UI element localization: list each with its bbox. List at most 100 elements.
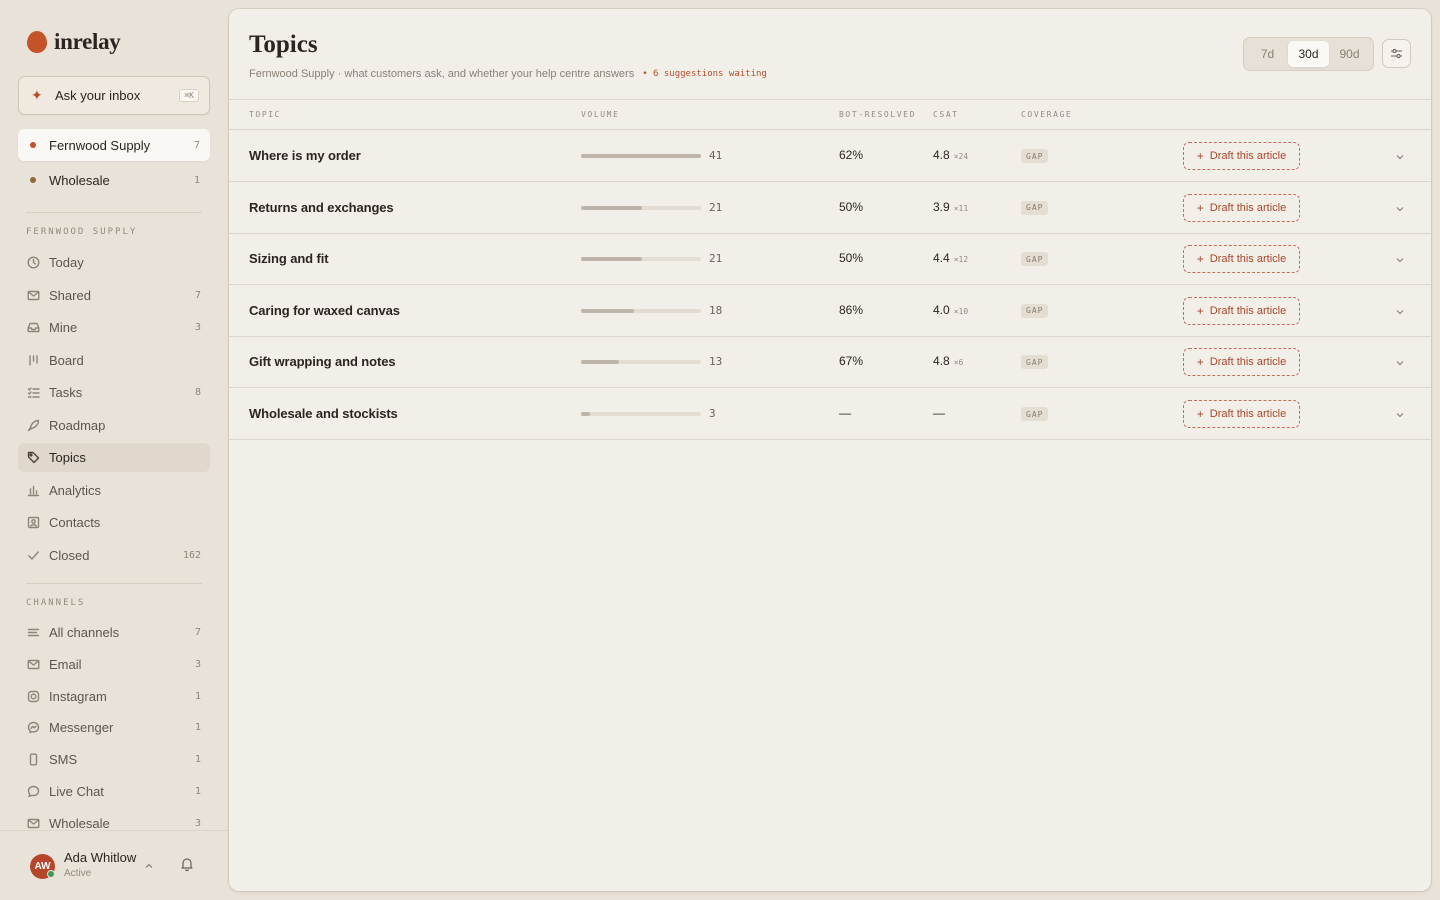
csat-response-count: ×12 [953,255,969,265]
topic-name[interactable]: Gift wrapping and notes [249,354,396,369]
draft-article-button[interactable]: + Draft this article [1183,245,1300,274]
draft-article-button[interactable]: + Draft this article [1183,296,1300,325]
nav-count: 3 [194,322,201,333]
bell-icon[interactable] [179,856,195,877]
sparkle-icon: ✦ [31,87,43,103]
volume-bar-fill [581,257,643,262]
sidebar-item-analytics[interactable]: Analytics [18,476,210,505]
column-header-bot-resolved[interactable]: BOT-RESOLVED [839,110,916,119]
sidebar-item-tasks[interactable]: Tasks 8 [18,378,210,407]
bot-resolved-value: 86% [839,302,864,317]
chevron-down-icon[interactable] [1394,202,1406,220]
sidebar-item-contacts[interactable]: Contacts [18,508,210,537]
csat-response-count: ×24 [953,152,969,161]
app-logo[interactable]: inrelay [27,29,121,55]
nav-label: Shared [49,287,91,303]
workspace-item-wholesale[interactable]: Wholesale 1 [18,164,210,196]
draft-article-button[interactable]: + Draft this article [1183,142,1300,170]
mail-icon [26,816,40,830]
sidebar-item-roadmap[interactable]: Roadmap [18,411,210,440]
nav-label: Topics [49,450,86,465]
user-status: Active [64,868,92,879]
sidebar-item-today[interactable]: Today [18,248,210,277]
csat-score: 4.0 [933,302,950,317]
channel-item-messenger[interactable]: Messenger 1 [18,713,210,742]
sidebar-item-board[interactable]: Board [18,346,210,375]
range-7d-button[interactable]: 7d [1247,41,1288,67]
page-subtitle-text: Fernwood Supply · what customers ask, an… [249,68,635,80]
chevron-up-icon[interactable] [144,858,154,876]
page-subtitle: Fernwood Supply · what customers ask, an… [249,68,767,80]
ask-inbox-button[interactable]: ✦ Ask your inbox ⌘K [18,76,210,115]
plus-icon: + [1196,355,1204,370]
volume-bar [581,205,701,210]
topic-name[interactable]: Wholesale and stockists [249,406,398,421]
range-30d-button[interactable]: 30d [1288,41,1329,67]
user-bar: AW Ada Whitlow Active [0,830,228,900]
workspace-item-fernwood-supply[interactable]: Fernwood Supply 7 [18,129,210,161]
nav-label: Roadmap [49,417,106,433]
topic-name[interactable]: Where is my order [249,148,361,163]
csat-score: 4.4 [933,251,950,266]
channel-item-all-channels[interactable]: All channels 7 [18,618,210,647]
range-90d-button[interactable]: 90d [1329,41,1370,67]
inbox-icon [26,288,40,302]
volume-bar [581,412,701,416]
plus-icon: + [1196,252,1204,267]
chevron-down-icon[interactable] [1394,150,1406,168]
chat-bubble-icon [26,785,40,799]
tag-icon [26,451,40,465]
column-header-topic[interactable]: TOPIC [249,110,281,119]
nav-count: 1 [194,722,201,734]
channel-item-instagram[interactable]: Instagram 1 [18,682,210,711]
instagram-icon [26,689,40,703]
nav-label: Contacts [49,515,101,530]
table-row[interactable]: Returns and exchanges 21 50% 3.9 ×11 GAP + Draf… [229,182,1431,234]
suggestions-link[interactable]: • 6 suggestions waiting [642,69,767,79]
workspace-count: 1 [193,174,200,186]
channel-item-sms[interactable]: SMS 1 [18,745,210,774]
column-header-volume[interactable]: VOLUME [581,110,620,119]
channel-item-email[interactable]: Email 3 [18,650,210,679]
tray-icon [26,321,40,335]
nav-label: Wholesale [49,815,110,831]
nav-label: Analytics [49,482,102,498]
contact-card-icon [26,516,40,530]
sidebar-item-closed[interactable]: Closed 162 [18,541,210,570]
table-row[interactable]: Caring for waxed canvas 18 86% 4.0 ×10 GAP + Dr… [229,285,1431,337]
channel-item-live-chat[interactable]: Live Chat 1 [18,777,210,806]
table-row[interactable]: Gift wrapping and notes 13 67% 4.8 ×6 GAP + Dra… [229,336,1431,389]
nav-label: Today [49,255,84,270]
user-name[interactable]: Ada Whitlow [64,850,136,865]
chevron-down-icon[interactable] [1394,408,1406,426]
nav-count: 3 [194,817,201,829]
nav-label: Email [49,656,82,672]
topic-name[interactable]: Sizing and fit [249,251,329,266]
ask-inbox-label: Ask your inbox [55,88,141,103]
chevron-down-icon[interactable] [1394,305,1406,323]
chevron-down-icon[interactable] [1394,253,1406,271]
topic-name[interactable]: Returns and exchanges [249,200,394,215]
list-check-icon [26,386,40,400]
draft-article-button[interactable]: + Draft this article [1183,400,1300,428]
plus-icon: + [1196,149,1204,163]
csat-value: 3.9 ×11 [933,200,968,214]
topic-name[interactable]: Caring for waxed canvas [249,303,400,318]
sidebar-item-shared[interactable]: Shared 7 [18,281,210,310]
nav-count: 7 [194,627,201,638]
draft-article-label: Draft this article [1209,201,1287,214]
table-row[interactable]: Where is my order 41 62% 4.8 ×24 GAP + Draft th… [229,130,1431,182]
sidebar: inrelay ✦ Ask your inbox ⌘K Fernwood Sup… [0,0,228,900]
draft-article-button[interactable]: + Draft this article [1183,193,1300,222]
sidebar-item-topics[interactable]: Topics [18,443,210,472]
workspace-color-dot [30,177,36,183]
table-row[interactable]: Wholesale and stockists 3 — — GAP + Draft this… [229,388,1431,440]
column-header-csat[interactable]: CSAT [933,110,959,119]
column-header-coverage[interactable]: COVERAGE [1021,110,1072,119]
filter-settings-button[interactable] [1382,39,1411,68]
draft-article-button[interactable]: + Draft this article [1183,348,1300,377]
table-row[interactable]: Sizing and fit 21 50% 4.4 ×12 GAP + Draft this … [229,233,1431,286]
csat-value: 4.4 ×12 [933,251,968,265]
chevron-down-icon[interactable] [1394,356,1406,374]
sidebar-item-mine[interactable]: Mine 3 [18,313,210,342]
